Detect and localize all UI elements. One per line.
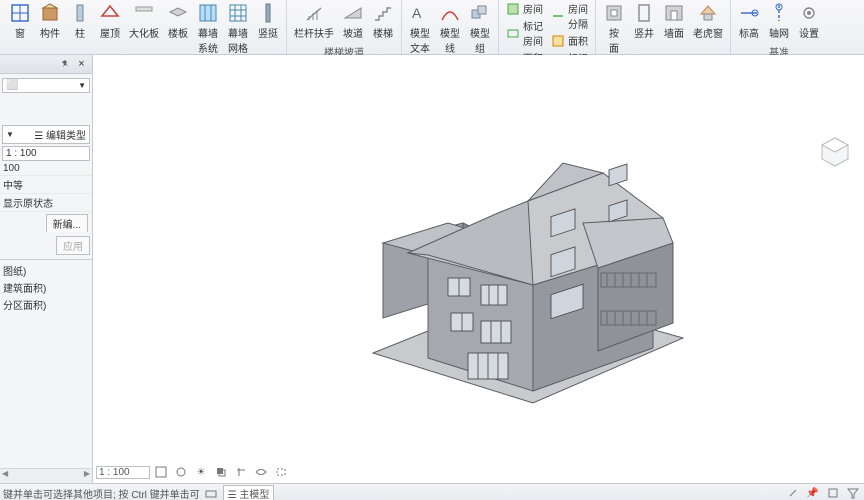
scale-input[interactable]: 1 : 100 xyxy=(2,146,90,161)
browser-item[interactable]: 分区面积) xyxy=(3,296,89,313)
worksets-icon[interactable] xyxy=(203,485,220,500)
view-cube[interactable] xyxy=(818,135,852,169)
new-button[interactable]: 新编... xyxy=(46,214,88,232)
close-icon[interactable]: × xyxy=(74,57,89,72)
floor-button[interactable]: 楼板 xyxy=(164,0,192,42)
byface-button[interactable]: 按面 xyxy=(600,0,628,57)
svg-text:A: A xyxy=(412,5,422,21)
column-button[interactable]: 柱 xyxy=(66,0,94,42)
house-model xyxy=(353,123,713,413)
ribbon: 窗 构件 柱 屋顶 大化板 楼板 幕墙系统 幕墙网格 竖挺 构建 栏杆扶手 坡道… xyxy=(0,0,864,55)
detail-row[interactable]: 中等 xyxy=(0,176,92,194)
shaft-button[interactable]: 竖井 xyxy=(630,0,658,42)
wall-opening-button[interactable]: 墙面 xyxy=(660,0,688,42)
project-browser: 图纸) 建筑面积) 分区面积) xyxy=(0,259,92,315)
model-text-button[interactable]: A模型文本 xyxy=(406,0,434,57)
stair-button[interactable]: 楼梯 xyxy=(369,0,397,42)
view-scale[interactable]: 1 : 100 xyxy=(96,466,150,479)
curtain-system-button[interactable]: 幕墙系统 xyxy=(194,0,222,57)
status-message: 键并单击可选择其他项目; 按 Ctrl 键并单击可 xyxy=(3,486,200,500)
window-button[interactable]: 窗 xyxy=(6,0,34,42)
edit-type-row[interactable]: ▼☰ 编辑类型 xyxy=(2,125,90,144)
model-group-select[interactable]: ☰ 主模型 xyxy=(223,485,275,500)
ribbon-group-model: A模型文本 模型线 模型组 模型 xyxy=(402,0,499,54)
pin-icon[interactable] xyxy=(57,57,72,72)
tag-room-button[interactable]: 标记房间 xyxy=(503,17,546,49)
disp-row[interactable]: 显示原状态 xyxy=(0,194,92,212)
level-button[interactable]: 标高 xyxy=(735,0,763,42)
hide-icon[interactable] xyxy=(252,464,270,480)
settings-button[interactable]: 设置 xyxy=(795,0,823,42)
type-selector[interactable]: ⬜▼ xyxy=(2,78,90,93)
scroll-left-icon[interactable]: ◀ xyxy=(2,469,8,483)
model-line-button[interactable]: 模型线 xyxy=(436,0,464,57)
reveal-icon[interactable] xyxy=(272,464,290,480)
ribbon-group-circ: 栏杆扶手 坡道 楼梯 楼梯坡道 xyxy=(287,0,402,54)
panel-header: × xyxy=(0,55,92,74)
room-sep-button[interactable]: 房间分隔 xyxy=(548,0,591,32)
mullion-button[interactable]: 竖挺 xyxy=(254,0,282,42)
scale-val-row: 100 xyxy=(0,162,92,176)
workspace: × ⬜▼ ▼☰ 编辑类型 1 : 100 100 中等 显示原状态 新编... … xyxy=(0,55,864,483)
select-elems-icon[interactable] xyxy=(824,485,841,500)
roof-button[interactable]: 屋顶 xyxy=(96,0,124,42)
room-button[interactable]: 房间 xyxy=(503,0,546,17)
ribbon-group-room: 房间 标记房间 面积边界 房间分隔 面积 标记面积 房间和面积 xyxy=(499,0,596,54)
selector-label: ⬜ xyxy=(6,80,18,91)
filter-icon[interactable] xyxy=(844,485,861,500)
detail-level-icon[interactable] xyxy=(152,464,170,480)
ceiling-button[interactable]: 大化板 xyxy=(126,0,162,42)
grid-button[interactable]: 轴网 xyxy=(765,0,793,42)
crop-icon[interactable] xyxy=(232,464,250,480)
curtain-grid-button[interactable]: 幕墙网格 xyxy=(224,0,252,57)
apply-button[interactable]: 应用 xyxy=(56,236,90,255)
select-pins-icon[interactable]: 📌 xyxy=(804,485,821,500)
shadows-icon[interactable] xyxy=(212,464,230,480)
component-button[interactable]: 构件 xyxy=(36,0,64,42)
model-group-button[interactable]: 模型组 xyxy=(466,0,494,57)
properties-panel: × ⬜▼ ▼☰ 编辑类型 1 : 100 100 中等 显示原状态 新编... … xyxy=(0,55,93,483)
browser-item[interactable]: 图纸) xyxy=(3,262,89,279)
railing-button[interactable]: 栏杆扶手 xyxy=(291,0,337,42)
scroll-right-icon[interactable]: ▶ xyxy=(84,469,90,483)
ribbon-group-build: 窗 构件 柱 屋顶 大化板 楼板 幕墙系统 幕墙网格 竖挺 构建 xyxy=(2,0,287,54)
sun-path-icon[interactable]: ☀ xyxy=(192,464,210,480)
select-links-icon[interactable] xyxy=(784,485,801,500)
drawing-canvas[interactable] xyxy=(93,55,864,483)
dormer-button[interactable]: 老虎窗 xyxy=(690,0,726,42)
ramp-button[interactable]: 坡道 xyxy=(339,0,367,42)
view-control-bar: 1 : 100 ☀ xyxy=(96,464,290,480)
area-button[interactable]: 面积 xyxy=(548,32,591,49)
ribbon-group-opening: 按面 竖井 墙面 老虎窗 洞口 xyxy=(596,0,731,54)
ribbon-group-datum: 标高 轴网 设置 基准 xyxy=(731,0,827,54)
status-bar: 键并单击可选择其他项目; 按 Ctrl 键并单击可 ☰ 主模型 📌 xyxy=(0,483,864,500)
browser-item[interactable]: 建筑面积) xyxy=(3,279,89,296)
visual-style-icon[interactable] xyxy=(172,464,190,480)
